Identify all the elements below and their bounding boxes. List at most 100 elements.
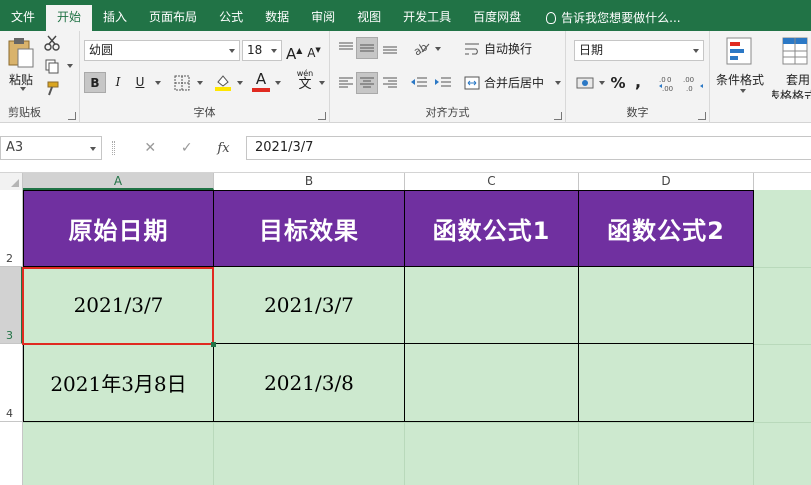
select-all-icon bbox=[11, 179, 19, 187]
fill-handle[interactable] bbox=[211, 342, 216, 347]
number-format-combo[interactable]: 日期 bbox=[574, 40, 704, 61]
bold-button[interactable]: B bbox=[84, 72, 106, 93]
italic-button[interactable]: I bbox=[108, 72, 128, 93]
phonetic-icon[interactable]: wén 文 bbox=[294, 69, 316, 95]
number-launcher-icon[interactable] bbox=[698, 112, 706, 120]
percent-button[interactable]: % bbox=[608, 73, 628, 94]
shrink-font-button[interactable]: A▼ bbox=[306, 40, 322, 61]
column-header-b[interactable]: B bbox=[214, 173, 405, 190]
font-name-combo[interactable]: 幼圆 bbox=[84, 40, 240, 61]
tell-me-box[interactable]: 告诉我您想要做什么... bbox=[532, 5, 681, 31]
column-header-a[interactable]: A bbox=[23, 173, 214, 190]
cut-icon[interactable] bbox=[44, 35, 60, 51]
clipboard-launcher-icon[interactable] bbox=[68, 112, 76, 120]
svg-text:.00: .00 bbox=[683, 76, 694, 84]
cell-c4[interactable] bbox=[405, 344, 579, 422]
comma-button[interactable]: , bbox=[630, 71, 646, 92]
cell-d4[interactable] bbox=[579, 344, 754, 422]
tab-baidu-netdisk[interactable]: 百度网盘 bbox=[462, 5, 532, 31]
tab-review[interactable]: 审阅 bbox=[300, 5, 346, 31]
borders-icon[interactable] bbox=[174, 75, 190, 91]
styles-group: 条件格式 套用 表格格式 bbox=[710, 31, 811, 123]
font-launcher-icon[interactable] bbox=[318, 112, 326, 120]
tab-formulas[interactable]: 公式 bbox=[208, 5, 254, 31]
header-cell-formula-2[interactable]: 函数公式2 bbox=[579, 190, 754, 267]
tab-developer[interactable]: 开发工具 bbox=[392, 5, 462, 31]
header-cell-target-effect[interactable]: 目标效果 bbox=[214, 190, 405, 267]
wrap-text-button[interactable]: 自动换行 bbox=[462, 39, 562, 59]
phonetic-dropdown-icon[interactable] bbox=[319, 81, 325, 85]
column-header-c[interactable]: C bbox=[405, 173, 579, 190]
row-header-2[interactable]: 2 bbox=[0, 190, 23, 267]
svg-text:.00: .00 bbox=[662, 85, 673, 92]
svg-text:0: 0 bbox=[667, 76, 671, 84]
tab-insert[interactable]: 插入 bbox=[92, 5, 138, 31]
fill-color-dropdown-icon[interactable] bbox=[237, 81, 243, 85]
cell-a4[interactable]: 2021年3月8日 bbox=[23, 344, 214, 422]
conditional-format-icon bbox=[726, 37, 752, 65]
formula-bar-splitter[interactable] bbox=[112, 141, 115, 155]
row-header-5[interactable] bbox=[0, 422, 23, 485]
decrease-decimal-icon[interactable]: .00.0 bbox=[682, 74, 704, 92]
tab-data[interactable]: 数据 bbox=[254, 5, 300, 31]
grow-font-button[interactable]: A▲ bbox=[286, 40, 302, 63]
align-middle-button[interactable] bbox=[356, 37, 378, 59]
increase-decimal-icon[interactable]: .0 0.00 bbox=[658, 74, 680, 92]
increase-indent-icon[interactable] bbox=[434, 76, 452, 90]
align-bottom-icon[interactable] bbox=[382, 41, 398, 55]
font-color-dropdown-icon[interactable] bbox=[275, 81, 281, 85]
format-as-table-label-2: 表格格式 bbox=[772, 89, 811, 99]
font-name-value: 幼圆 bbox=[89, 43, 114, 57]
tab-home[interactable]: 开始 bbox=[46, 5, 93, 31]
row-header-3[interactable]: 3 bbox=[0, 267, 23, 344]
svg-text:ab: ab bbox=[412, 40, 430, 56]
row-header-4[interactable]: 4 bbox=[0, 344, 23, 422]
name-box[interactable]: A3 bbox=[0, 136, 102, 160]
alignment-group: ab 自动换行 合并后居中 对齐方式 bbox=[330, 31, 566, 123]
alignment-launcher-icon[interactable] bbox=[554, 112, 562, 120]
orientation-icon[interactable]: ab bbox=[412, 40, 430, 56]
header-cell-original-date[interactable]: 原始日期 bbox=[23, 190, 214, 267]
cancel-icon[interactable]: ✕ bbox=[144, 140, 156, 156]
paste-dropdown-icon bbox=[20, 87, 26, 91]
align-top-icon[interactable] bbox=[338, 41, 354, 55]
align-right-icon[interactable] bbox=[382, 76, 398, 90]
orientation-dropdown-icon[interactable] bbox=[435, 47, 441, 51]
column-header-d[interactable]: D bbox=[579, 173, 754, 190]
cell-c3[interactable] bbox=[405, 267, 579, 344]
header-cell-formula-1[interactable]: 函数公式1 bbox=[405, 190, 579, 267]
tab-view[interactable]: 视图 bbox=[346, 5, 392, 31]
conditional-format-button[interactable]: 条件格式 bbox=[712, 35, 768, 99]
format-as-table-button[interactable]: 套用 表格格式 bbox=[772, 35, 811, 99]
fill-color-icon[interactable] bbox=[214, 73, 232, 91]
currency-icon[interactable] bbox=[576, 75, 594, 91]
cell-b3[interactable]: 2021/3/7 bbox=[214, 267, 405, 344]
lightbulb-icon bbox=[546, 12, 557, 24]
font-group-label: 字体 bbox=[193, 106, 216, 119]
column-header-e[interactable] bbox=[754, 173, 811, 190]
merge-center-button[interactable]: 合并后居中 bbox=[462, 73, 562, 93]
name-box-value: A3 bbox=[6, 140, 24, 155]
borders-dropdown-icon[interactable] bbox=[197, 81, 203, 85]
currency-dropdown-icon[interactable] bbox=[599, 81, 605, 85]
underline-button[interactable]: U bbox=[130, 72, 150, 93]
format-painter-icon[interactable] bbox=[44, 81, 60, 97]
tab-page-layout[interactable]: 页面布局 bbox=[138, 5, 208, 31]
tab-file[interactable]: 文件 bbox=[0, 5, 46, 31]
merge-center-label: 合并后居中 bbox=[484, 76, 545, 90]
cell-d3[interactable] bbox=[579, 267, 754, 344]
copy-icon[interactable] bbox=[44, 58, 60, 74]
insert-function-icon[interactable]: fx bbox=[217, 141, 229, 156]
font-name-arrow-icon bbox=[229, 49, 235, 53]
underline-dropdown-icon[interactable] bbox=[155, 81, 161, 85]
align-left-icon[interactable] bbox=[338, 76, 354, 90]
font-size-combo[interactable]: 18 bbox=[242, 40, 282, 61]
select-all-corner[interactable] bbox=[0, 173, 23, 190]
enter-icon[interactable]: ✓ bbox=[181, 140, 193, 156]
align-center-button[interactable] bbox=[356, 72, 378, 94]
decrease-indent-icon[interactable] bbox=[410, 76, 428, 90]
formula-input[interactable]: 2021/3/7 bbox=[246, 136, 811, 160]
paste-button[interactable]: 粘贴 bbox=[4, 35, 38, 95]
cell-b4[interactable]: 2021/3/8 bbox=[214, 344, 405, 422]
font-color-icon[interactable]: A bbox=[252, 71, 270, 93]
